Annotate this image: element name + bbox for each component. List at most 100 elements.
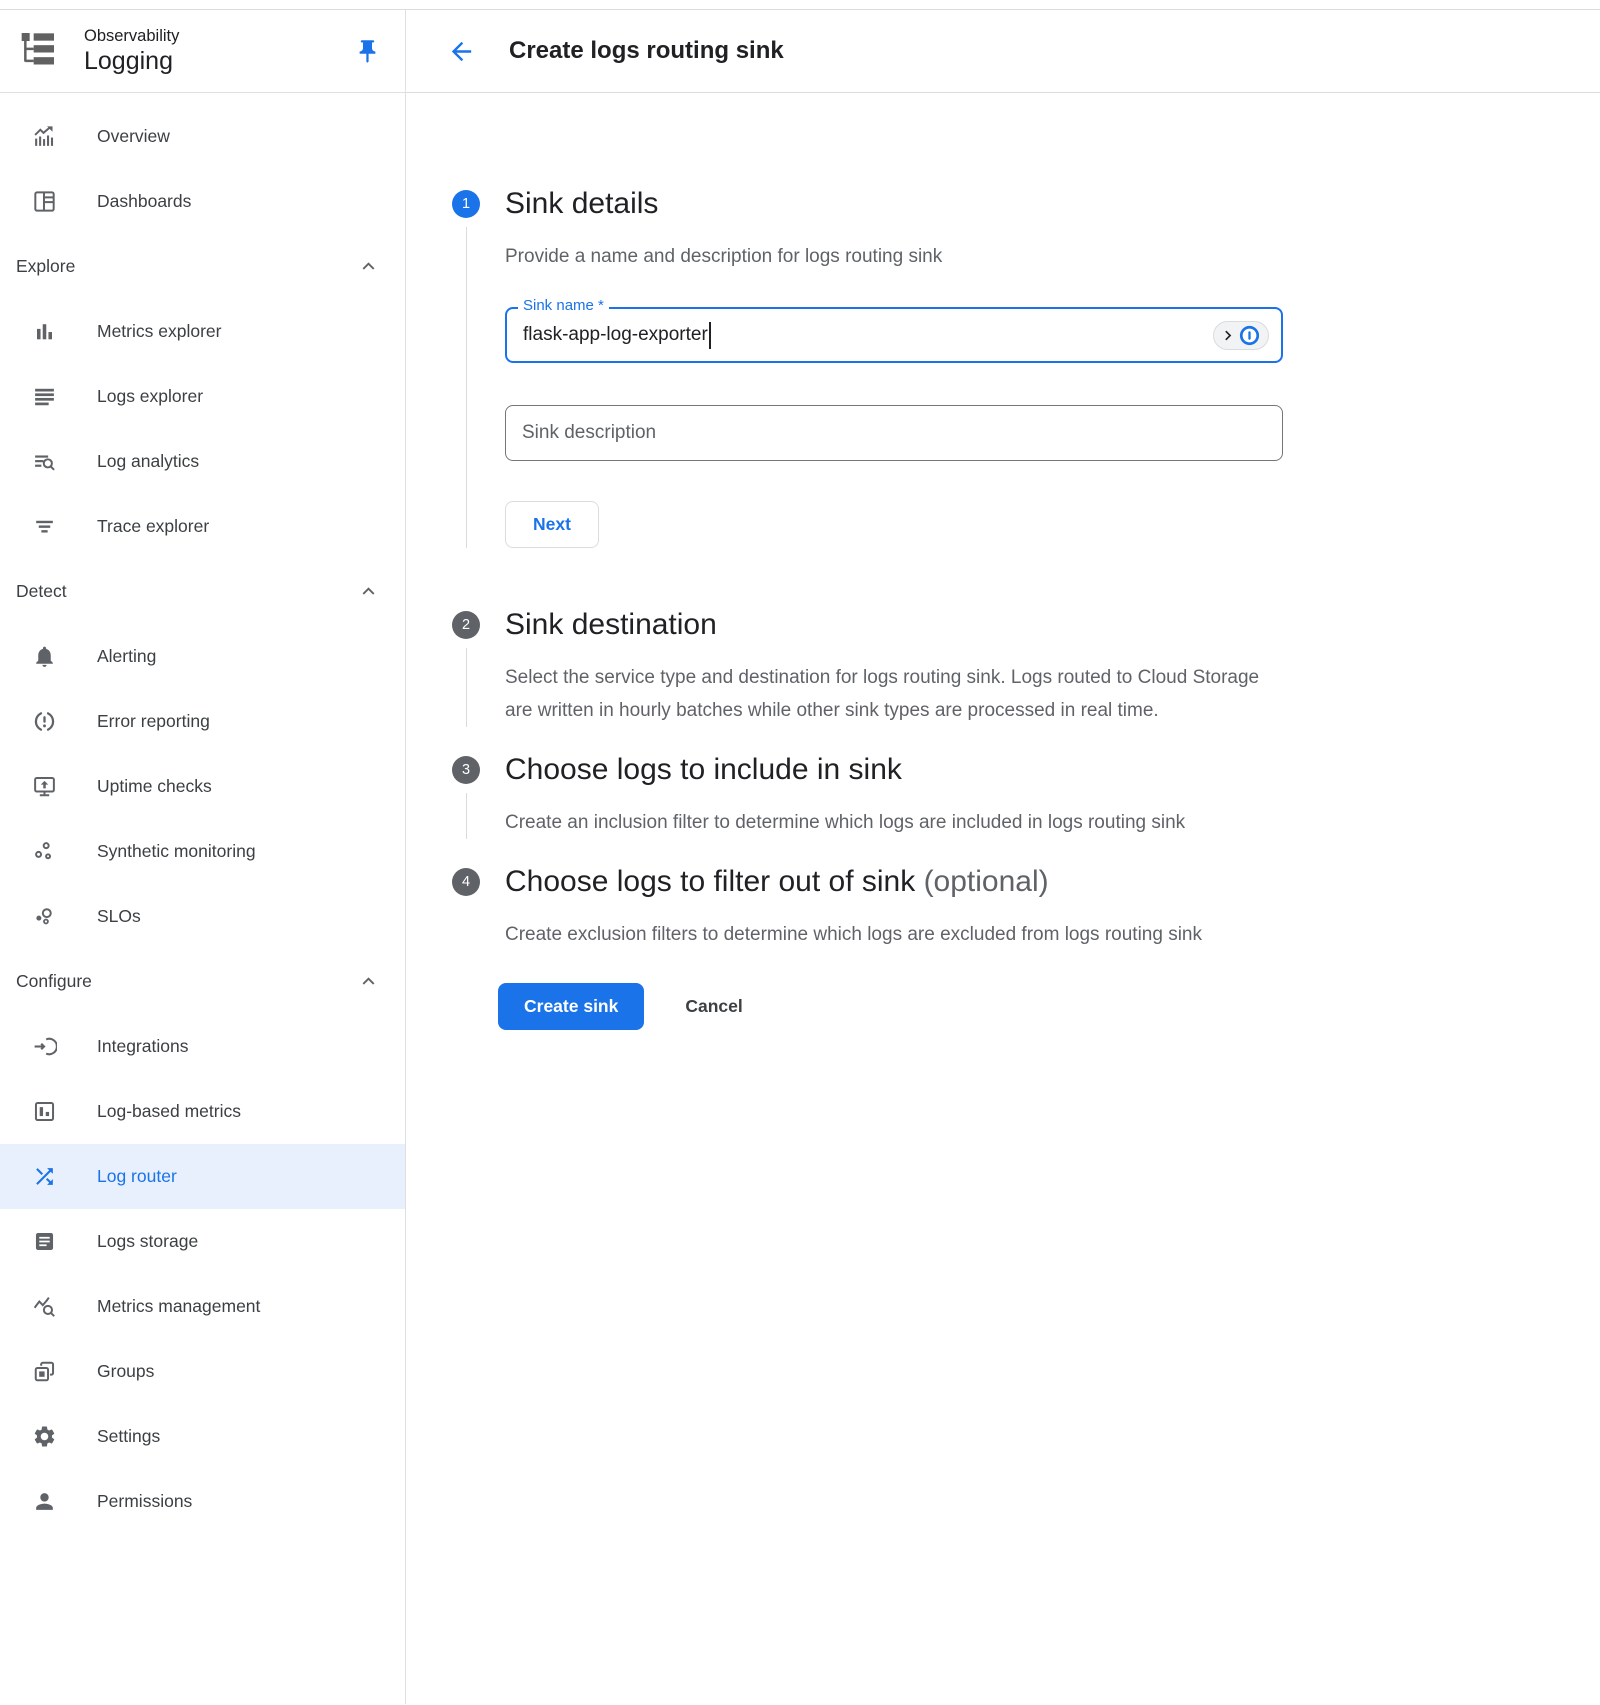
- step-title: Choose logs to include in sink: [505, 753, 1600, 787]
- sidebar-item-label: Dashboards: [97, 191, 191, 212]
- sidebar-item-synthetic-monitoring[interactable]: Synthetic monitoring: [0, 819, 405, 884]
- sidebar-item-label: Overview: [97, 126, 170, 147]
- sidebar: Observability Logging Overview Dashboard…: [0, 10, 406, 1704]
- dashboards-icon: [31, 188, 58, 215]
- sidebar-item-metrics-explorer[interactable]: Metrics explorer: [0, 299, 405, 364]
- sink-name-input[interactable]: flask-app-log-exporter: [505, 307, 1283, 363]
- chevron-up-icon: [358, 581, 379, 602]
- sidebar-item-permissions[interactable]: Permissions: [0, 1469, 405, 1534]
- sink-name-field: Sink name * flask-app-log-exporter: [505, 307, 1283, 363]
- sidebar-item-label: Uptime checks: [97, 776, 212, 797]
- sidebar-item-label: Alerting: [97, 646, 156, 667]
- step-rail: 3: [452, 753, 505, 839]
- onepassword-icon[interactable]: [1213, 321, 1269, 350]
- sidebar-item-label: Log router: [97, 1166, 177, 1187]
- error-brackets-icon: [31, 708, 58, 735]
- sidebar-item-overview[interactable]: Overview: [0, 104, 405, 169]
- step-sink-details: 1 Sink details Provide a name and descri…: [452, 187, 1600, 548]
- sidebar-section-explore[interactable]: Explore: [0, 234, 405, 299]
- observability-logo-icon: [18, 29, 58, 74]
- step-rail: 2: [452, 608, 505, 727]
- sidebar-header: Observability Logging: [0, 10, 405, 93]
- sidebar-nav: Overview Dashboards Explore Metrics expl…: [0, 93, 405, 1534]
- back-arrow-icon[interactable]: [447, 37, 476, 66]
- sidebar-item-log-analytics[interactable]: Log analytics: [0, 429, 405, 494]
- section-label: Explore: [16, 256, 75, 277]
- next-button[interactable]: Next: [505, 501, 599, 548]
- sidebar-item-label: Metrics explorer: [97, 321, 221, 342]
- sidebar-section-configure[interactable]: Configure: [0, 949, 405, 1014]
- sidebar-item-settings[interactable]: Settings: [0, 1404, 405, 1469]
- gear-icon: [31, 1423, 58, 1450]
- slo-circles-icon: [31, 903, 58, 930]
- shuffle-icon: [31, 1163, 58, 1190]
- sink-description-input[interactable]: [505, 405, 1283, 461]
- step-exclude-logs: 4 Choose logs to filter out of sink (opt…: [452, 865, 1600, 951]
- sidebar-item-label: Error reporting: [97, 711, 210, 732]
- arrow-into-circle-icon: [31, 1033, 58, 1060]
- step-rail: 4: [452, 865, 505, 951]
- form-actions: Create sink Cancel: [498, 983, 1600, 1030]
- sidebar-item-alerting[interactable]: Alerting: [0, 624, 405, 689]
- page-header: Create logs routing sink: [406, 10, 1600, 93]
- sidebar-item-label: Log analytics: [97, 451, 199, 472]
- app-subtitle: Observability: [84, 26, 354, 46]
- sidebar-item-trace-explorer[interactable]: Trace explorer: [0, 494, 405, 559]
- window-top-edge: [0, 0, 1600, 9]
- sink-name-value: flask-app-log-exporter: [523, 324, 708, 346]
- sidebar-item-label: Log-based metrics: [97, 1101, 241, 1122]
- trace-lines-icon: [31, 513, 58, 540]
- step-number-badge: 3: [452, 756, 480, 784]
- sidebar-item-integrations[interactable]: Integrations: [0, 1014, 405, 1079]
- boxed-bars-icon: [31, 1098, 58, 1125]
- sidebar-item-uptime-checks[interactable]: Uptime checks: [0, 754, 405, 819]
- sidebar-item-groups[interactable]: Groups: [0, 1339, 405, 1404]
- cancel-button[interactable]: Cancel: [685, 996, 742, 1017]
- sidebar-item-label: Synthetic monitoring: [97, 841, 256, 862]
- chevron-up-icon: [358, 971, 379, 992]
- sidebar-section-detect[interactable]: Detect: [0, 559, 405, 624]
- text-cursor: [709, 322, 711, 349]
- circles-cluster-icon: [31, 838, 58, 865]
- page-title: Create logs routing sink: [509, 37, 784, 65]
- bar-chart-icon: [31, 318, 58, 345]
- pin-icon[interactable]: [354, 38, 381, 65]
- sidebar-item-logs-explorer[interactable]: Logs explorer: [0, 364, 405, 429]
- step-connector: [466, 648, 467, 727]
- bell-icon: [31, 643, 58, 670]
- section-label: Configure: [16, 971, 92, 992]
- storage-card-icon: [31, 1228, 58, 1255]
- chevron-up-icon: [358, 256, 379, 277]
- step-connector: [466, 793, 467, 839]
- step-number-badge: 1: [452, 190, 480, 218]
- overview-chart-icon: [31, 123, 58, 150]
- sidebar-item-log-router[interactable]: Log router: [0, 1144, 405, 1209]
- sidebar-item-logs-storage[interactable]: Logs storage: [0, 1209, 405, 1274]
- step-description: Select the service type and destination …: [505, 661, 1287, 727]
- sidebar-item-dashboards[interactable]: Dashboards: [0, 169, 405, 234]
- trend-search-icon: [31, 1293, 58, 1320]
- sidebar-item-label: Groups: [97, 1361, 154, 1382]
- sidebar-item-slos[interactable]: SLOs: [0, 884, 405, 949]
- sidebar-item-label: Settings: [97, 1426, 160, 1447]
- sidebar-item-metrics-management[interactable]: Metrics management: [0, 1274, 405, 1339]
- step-title: Sink destination: [505, 608, 1600, 642]
- sidebar-item-label: Logs storage: [97, 1231, 198, 1252]
- step-title-main: Choose logs to filter out of sink: [505, 865, 915, 898]
- sidebar-titles: Observability Logging: [84, 26, 354, 76]
- sink-name-label: Sink name *: [518, 297, 609, 314]
- step-description: Create exclusion filters to determine wh…: [505, 918, 1287, 951]
- lines-search-icon: [31, 448, 58, 475]
- step-number-badge: 2: [452, 611, 480, 639]
- sidebar-item-log-based-metrics[interactable]: Log-based metrics: [0, 1079, 405, 1144]
- step-include-logs: 3 Choose logs to include in sink Create …: [452, 753, 1600, 839]
- app-title: Logging: [84, 46, 354, 76]
- step-rail: 1: [452, 187, 505, 548]
- step-description: Provide a name and description for logs …: [505, 240, 1287, 273]
- log-lines-icon: [31, 383, 58, 410]
- person-icon: [31, 1488, 58, 1515]
- section-label: Detect: [16, 581, 67, 602]
- stepper-content: 1 Sink details Provide a name and descri…: [406, 93, 1600, 1030]
- create-sink-button[interactable]: Create sink: [498, 983, 644, 1030]
- sidebar-item-error-reporting[interactable]: Error reporting: [0, 689, 405, 754]
